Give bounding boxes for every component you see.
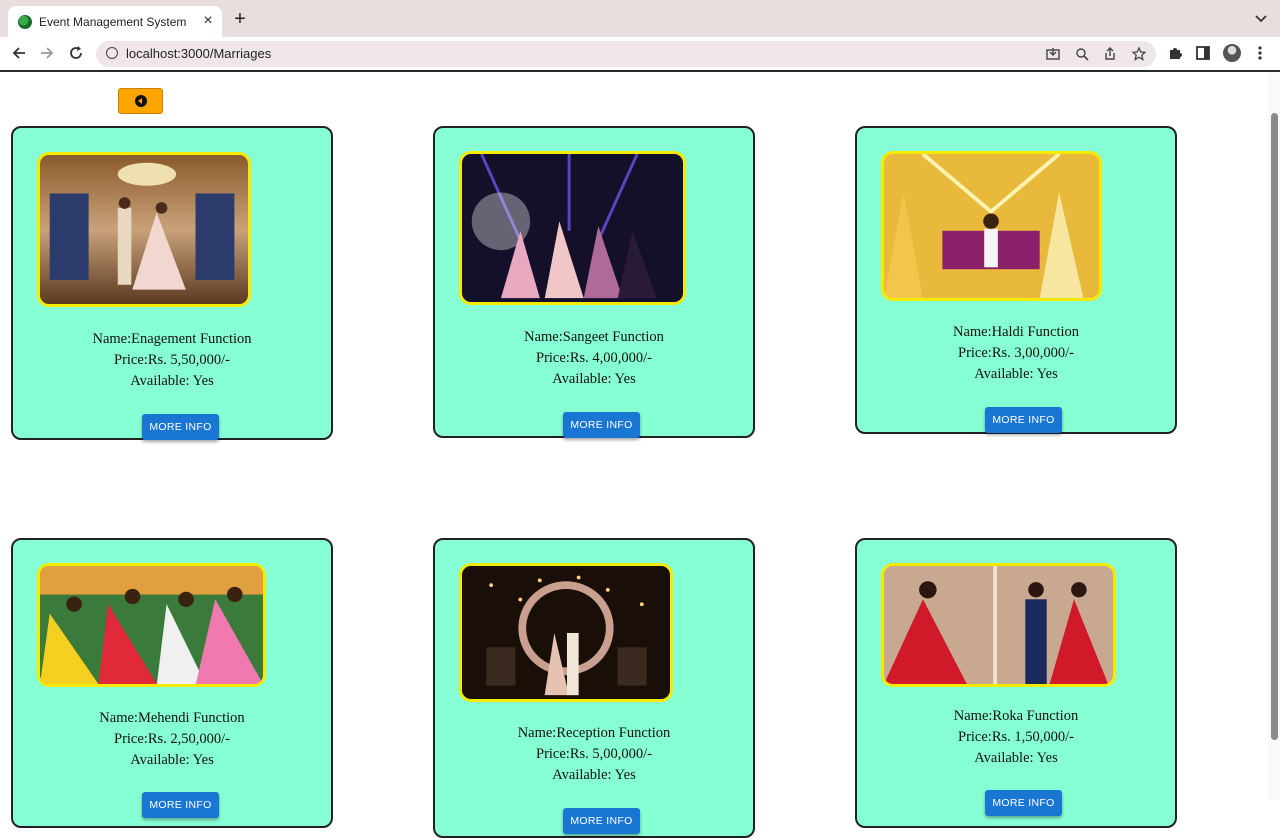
event-price: Price:Rs. 4,00,000/- (536, 350, 652, 366)
event-price: Price:Rs. 5,50,000/- (114, 352, 230, 368)
event-card: Name:Haldi Function Price:Rs. 3,00,000/-… (855, 126, 1177, 434)
event-price: Price:Rs. 2,50,000/- (114, 731, 230, 747)
tab-search-chevron-icon[interactable] (1254, 11, 1268, 25)
event-price: Price:Rs. 1,50,000/- (958, 729, 1074, 745)
event-image (459, 563, 673, 702)
browser-toolbar: localhost:3000/Marriages (0, 37, 1280, 72)
event-name: Name:Sangeet Function (524, 329, 664, 345)
event-availability: Available: Yes (130, 752, 214, 768)
more-info-button[interactable]: MORE INFO (142, 792, 219, 818)
tab-strip: Event Management System × + (0, 0, 1280, 37)
share-icon[interactable] (1101, 45, 1119, 63)
zoom-icon[interactable] (1073, 45, 1091, 63)
more-info-button[interactable]: MORE INFO (563, 808, 640, 834)
event-availability: Available: Yes (552, 767, 636, 783)
event-availability: Available: Yes (552, 371, 636, 387)
more-info-button[interactable]: MORE INFO (142, 414, 219, 440)
back-arrow-icon (134, 95, 147, 107)
browser-tab[interactable]: Event Management System × (8, 6, 222, 37)
profile-avatar[interactable] (1223, 44, 1241, 62)
side-panel-icon[interactable] (1193, 43, 1213, 63)
event-price: Price:Rs. 3,00,000/- (958, 345, 1074, 361)
event-image (37, 152, 251, 307)
event-card: Name:Reception Function Price:Rs. 5,00,0… (433, 538, 755, 838)
address-url[interactable]: localhost:3000/Marriages (126, 46, 271, 61)
event-card: Name:Roka Function Price:Rs. 1,50,000/- … (855, 538, 1177, 828)
event-image (881, 563, 1116, 687)
tab-close-icon[interactable]: × (200, 13, 216, 29)
event-name: Name:Mehendi Function (99, 710, 245, 726)
event-price: Price:Rs. 5,00,000/- (536, 746, 652, 762)
event-name: Name:Haldi Function (952, 324, 1080, 340)
more-info-button[interactable]: MORE INFO (563, 412, 640, 438)
event-availability: Available: Yes (974, 366, 1058, 382)
back-button[interactable] (118, 88, 163, 114)
event-image (459, 151, 686, 305)
event-card: Name:Sangeet Function Price:Rs. 4,00,000… (433, 126, 755, 438)
extensions-puzzle-icon[interactable] (1165, 43, 1185, 63)
new-tab-icon[interactable]: + (231, 9, 249, 29)
event-image (37, 563, 266, 687)
event-image (881, 151, 1102, 301)
tab-title: Event Management System (39, 15, 187, 29)
forward-arrow-icon[interactable] (37, 43, 57, 63)
browser-menu-icon[interactable] (1250, 43, 1270, 63)
event-name: Name:Reception Function (517, 725, 671, 741)
bookmark-star-icon[interactable] (1130, 45, 1148, 63)
site-info-icon[interactable] (106, 47, 118, 59)
address-bar[interactable]: localhost:3000/Marriages (96, 41, 1156, 67)
install-app-icon[interactable] (1044, 45, 1062, 63)
event-card: Name:Enagement Function Price:Rs. 5,50,0… (11, 126, 333, 440)
event-availability: Available: Yes (130, 373, 214, 389)
more-info-button[interactable]: MORE INFO (985, 407, 1062, 433)
event-card: Name:Mehendi Function Price:Rs. 2,50,000… (11, 538, 333, 828)
scrollbar-thumb[interactable] (1271, 113, 1278, 740)
more-info-button[interactable]: MORE INFO (985, 790, 1062, 816)
event-name: Name:Roka Function (953, 708, 1079, 724)
event-availability: Available: Yes (974, 750, 1058, 766)
reload-icon[interactable] (66, 43, 86, 63)
event-name: Name:Enagement Function (92, 331, 252, 347)
back-arrow-icon[interactable] (9, 43, 29, 63)
site-favicon-icon (18, 15, 32, 29)
